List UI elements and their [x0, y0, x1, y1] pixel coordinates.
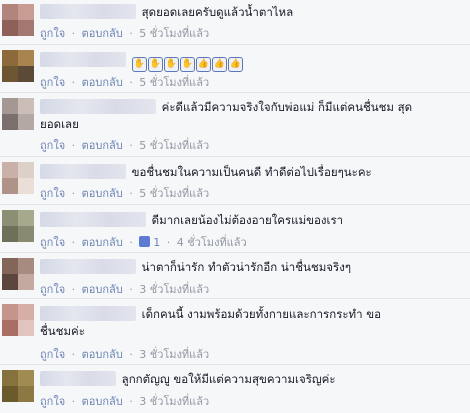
comment-item: เด็กคนนี้ งามพร้อมด้วยทั้งกายและการกระทำ… — [0, 298, 470, 364]
separator: · — [129, 283, 133, 296]
reply-link[interactable]: ตอบกลับ — [82, 139, 123, 152]
separator: · — [129, 139, 133, 152]
reply-link[interactable]: ตอบกลับ — [82, 76, 123, 89]
comment-text: ชื่นชมค่ะ — [40, 324, 85, 338]
reply-link[interactable]: ตอบกลับ — [82, 27, 123, 40]
like-link[interactable]: ถูกใจ — [40, 187, 65, 200]
like-link[interactable]: ถูกใจ — [40, 348, 65, 361]
avatar[interactable] — [2, 50, 34, 82]
clapping-hands-icon: ✋ — [147, 57, 163, 72]
comment-item: ค่ะดีแล้วมีความจริงใจกับพ่อแม่ ก็มีแต่คน… — [0, 92, 470, 156]
thumbs-up-icon[interactable] — [139, 236, 151, 247]
avatar[interactable] — [2, 304, 34, 336]
comment-item: ✋ ✋ ✋ ✋ 👍 👍 👍 ถูกใจ · ตอบกลับ · 5 ชั่วโมงที่แล… — [0, 44, 470, 92]
separator: · — [71, 283, 76, 296]
separator: · — [71, 139, 76, 152]
separator: · — [166, 236, 171, 249]
reply-link[interactable]: ตอบกลับ — [82, 395, 123, 408]
commenter-name[interactable] — [40, 52, 126, 67]
commenter-name[interactable] — [40, 259, 136, 274]
timestamp[interactable]: 4 ชั่วโมงที่แล้ว — [177, 236, 247, 249]
separator: · — [129, 76, 133, 89]
comment-item: น่าตาก็น่ารัก ทำตัวน่ารักอีก น่าชื่นชมจร… — [0, 252, 470, 298]
commenter-name[interactable] — [40, 371, 116, 386]
comment-text: เด็กคนนี้ งามพร้อมด้วยทั้งกายและการกระทำ… — [141, 307, 382, 321]
like-link[interactable]: ถูกใจ — [40, 139, 65, 152]
like-link[interactable]: ถูกใจ — [40, 283, 65, 296]
timestamp[interactable]: 5 ชั่วโมงที่แล้ว — [139, 187, 209, 200]
comment-text: ลูกกตัญญู ขอให้มีแต่ความสุขความเจริญค่ะ — [121, 372, 336, 386]
reply-link[interactable]: ตอบกลับ — [82, 283, 123, 296]
avatar[interactable] — [2, 162, 34, 194]
separator: · — [71, 348, 76, 361]
timestamp[interactable]: 5 ชั่วโมงที่แล้ว — [139, 76, 209, 89]
commenter-name[interactable] — [40, 306, 136, 321]
separator: · — [129, 187, 133, 200]
clapping-hands-icon: ✋ — [131, 57, 147, 72]
separator: · — [129, 395, 133, 408]
commenter-name[interactable] — [40, 164, 126, 179]
separator: · — [71, 236, 76, 249]
separator: · — [71, 395, 76, 408]
comment-text: ขอชื่นชมในความเป็นคนดี ทำดีต่อไปเรื่อยๆน… — [131, 165, 372, 179]
thumbs-up-icon: 👍 — [211, 57, 227, 72]
like-link[interactable]: ถูกใจ — [40, 76, 65, 89]
reply-link[interactable]: ตอบกลับ — [82, 348, 123, 361]
comment-item: ดีมากเลยน้องไม่ต้องอายใครแม่ของเรา ถูกใจ… — [0, 204, 470, 252]
comment-item: ลูกกตัญญู ขอให้มีแต่ความสุขความเจริญค่ะ … — [0, 364, 470, 413]
comment-text: สุดยอดเลยครับดูแล้วน้ำตาไหล — [141, 5, 294, 19]
comment-text: น่าตาก็น่ารัก ทำตัวน่ารักอีก น่าชื่นชมจร… — [141, 260, 352, 274]
avatar[interactable] — [2, 258, 34, 290]
avatar[interactable] — [2, 210, 34, 242]
clapping-hands-icon: ✋ — [163, 57, 179, 72]
comment-text: ยอดเลย — [40, 117, 79, 131]
commenter-name[interactable] — [40, 99, 156, 114]
commenter-name[interactable] — [40, 212, 146, 227]
separator: · — [71, 76, 76, 89]
separator: · — [71, 27, 76, 40]
like-count[interactable]: 1 — [153, 236, 160, 249]
separator: · — [129, 27, 133, 40]
like-link[interactable]: ถูกใจ — [40, 236, 65, 249]
separator: · — [71, 187, 76, 200]
reply-link[interactable]: ตอบกลับ — [82, 187, 123, 200]
comment-item: ขอชื่นชมในความเป็นคนดี ทำดีต่อไปเรื่อยๆน… — [0, 156, 470, 204]
timestamp[interactable]: 3 ชั่วโมงที่แล้ว — [139, 395, 209, 408]
comment-text: ค่ะดีแล้วมีความจริงใจกับพ่อแม่ ก็มีแต่คน… — [161, 100, 413, 114]
timestamp[interactable]: 3 ชั่วโมงที่แล้ว — [139, 348, 209, 361]
avatar[interactable] — [2, 4, 34, 36]
clapping-hands-icon: ✋ — [179, 57, 195, 72]
comment-item: สุดยอดเลยครับดูแล้วน้ำตาไหล ถูกใจ · ตอบก… — [0, 0, 470, 44]
avatar[interactable] — [2, 370, 34, 402]
timestamp[interactable]: 5 ชั่วโมงที่แล้ว — [139, 27, 209, 40]
commenter-name[interactable] — [40, 4, 136, 19]
thumbs-up-icon: 👍 — [227, 57, 243, 72]
comment-text: ดีมากเลยน้องไม่ต้องอายใครแม่ของเรา — [151, 213, 344, 227]
like-link[interactable]: ถูกใจ — [40, 27, 65, 40]
timestamp[interactable]: 5 ชั่วโมงที่แล้ว — [139, 139, 209, 152]
thumbs-up-icon: 👍 — [195, 57, 211, 72]
like-link[interactable]: ถูกใจ — [40, 395, 65, 408]
separator: · — [129, 236, 133, 249]
reply-link[interactable]: ตอบกลับ — [82, 236, 123, 249]
separator: · — [129, 348, 133, 361]
avatar[interactable] — [2, 98, 34, 130]
timestamp[interactable]: 3 ชั่วโมงที่แล้ว — [139, 283, 209, 296]
